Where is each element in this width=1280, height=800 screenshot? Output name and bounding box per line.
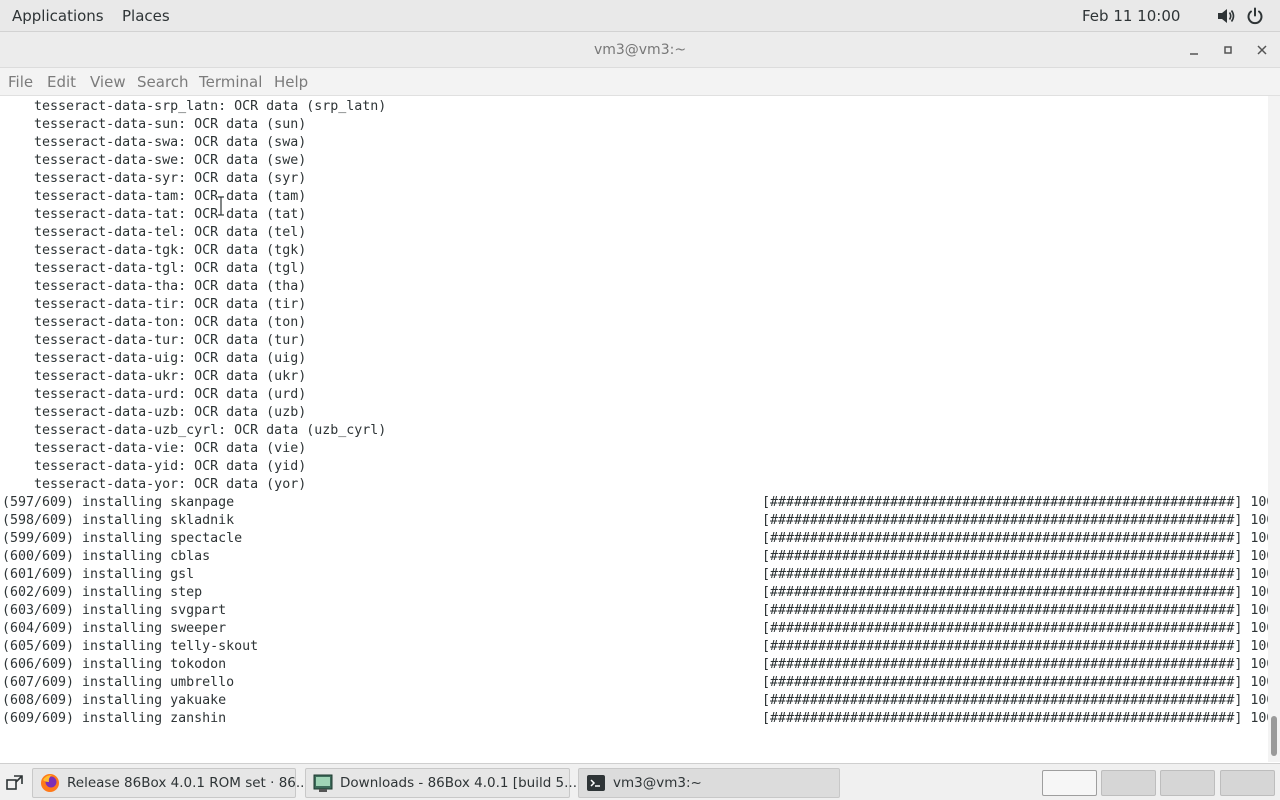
terminal-line: tesseract-data-syr: OCR data (syr) [2, 171, 307, 186]
progress-bar-text: [#######################################… [762, 693, 1268, 708]
applications-menu[interactable]: Applications [12, 0, 104, 32]
terminal-line: tesseract-data-tel: OCR data (tel) [2, 225, 307, 240]
terminal-line: (607/609) installing umbrello [2, 675, 235, 690]
terminal-line: (605/609) installing telly-skout [2, 639, 259, 654]
maximize-icon[interactable] [1219, 41, 1237, 59]
window-title: vm3@vm3:~ [593, 42, 687, 58]
terminal-line: tesseract-data-uig: OCR data (uig) [2, 351, 307, 366]
terminal-line: tesseract-data-tam: OCR data (tam) [2, 189, 307, 204]
places-menu[interactable]: Places [122, 0, 170, 32]
terminal-line: (603/609) installing svgpart [2, 603, 227, 618]
menu-terminal[interactable]: Terminal [199, 68, 262, 96]
taskbar: Release 86Box 4.0.1 ROM set · 86... Down… [0, 763, 1280, 800]
clock[interactable]: Feb 11 10:00 [1082, 0, 1180, 32]
window-titlebar[interactable]: vm3@vm3:~ [0, 32, 1280, 68]
terminal-line: (609/609) installing zanshin [2, 711, 227, 726]
workspace-4[interactable] [1220, 770, 1275, 796]
taskbar-item-label: Release 86Box 4.0.1 ROM set · 86... [67, 775, 309, 791]
scrollbar-thumb[interactable] [1271, 716, 1277, 756]
progress-bar-text: [#######################################… [762, 549, 1268, 564]
taskbar-item-86box[interactable]: Downloads - 86Box 4.0.1 [build 5... [305, 768, 577, 798]
terminal-line: tesseract-data-srp_latn: OCR data (srp_l… [2, 99, 387, 114]
terminal-line: tesseract-data-ton: OCR data (ton) [2, 315, 307, 330]
terminal-line: tesseract-data-tgl: OCR data (tgl) [2, 261, 307, 276]
terminal-line: tesseract-data-tha: OCR data (tha) [2, 279, 307, 294]
progress-bar-text: [#######################################… [762, 639, 1268, 654]
terminal-line: tesseract-data-uzb: OCR data (uzb) [2, 405, 307, 420]
terminal-output[interactable]: tesseract-data-srp_latn: OCR data (srp_l… [0, 96, 1268, 762]
terminal-line: (599/609) installing spectacle [2, 531, 243, 546]
terminal-line: (597/609) installing skanpage [2, 495, 235, 510]
taskbar-item-firefox[interactable]: Release 86Box 4.0.1 ROM set · 86... [32, 768, 309, 798]
86box-icon [313, 774, 333, 792]
speaker-icon[interactable] [1216, 7, 1236, 25]
terminal-line: (602/609) installing step [2, 585, 203, 600]
progress-bar-text: [#######################################… [762, 531, 1268, 546]
menu-search[interactable]: Search [137, 68, 189, 96]
taskbar-item-label: Downloads - 86Box 4.0.1 [build 5... [340, 775, 578, 791]
terminal-line: tesseract-data-swa: OCR data (swa) [2, 135, 307, 150]
terminal-line: tesseract-data-tgk: OCR data (tgk) [2, 243, 307, 258]
terminal-line: (604/609) installing sweeper [2, 621, 227, 636]
terminal-line: tesseract-data-tat: OCR data (tat) [2, 207, 307, 222]
menu-edit[interactable]: Edit [47, 68, 76, 96]
menu-view[interactable]: View [90, 68, 126, 96]
show-desktop-icon[interactable] [4, 772, 26, 794]
terminal-line: tesseract-data-vie: OCR data (vie) [2, 441, 307, 456]
power-icon[interactable] [1246, 7, 1264, 25]
progress-bar-text: [#######################################… [762, 567, 1268, 582]
terminal-scrollbar[interactable] [1268, 96, 1280, 762]
terminal-icon [587, 775, 605, 791]
terminal-line: (601/609) installing gsl [2, 567, 195, 582]
terminal-line: tesseract-data-yor: OCR data (yor) [2, 477, 307, 492]
terminal-line: (608/609) installing yakuake [2, 693, 227, 708]
terminal-line: tesseract-data-swe: OCR data (swe) [2, 153, 307, 168]
terminal-line: (606/609) installing tokodon [2, 657, 227, 672]
progress-bar-text: [#######################################… [762, 657, 1268, 672]
minimize-icon[interactable] [1185, 41, 1203, 59]
terminal-line: tesseract-data-tir: OCR data (tir) [2, 297, 307, 312]
terminal-line: (598/609) installing skladnik [2, 513, 235, 528]
terminal-line: tesseract-data-yid: OCR data (yid) [2, 459, 307, 474]
progress-bar-text: [#######################################… [762, 621, 1268, 636]
progress-bar-text: [#######################################… [762, 603, 1268, 618]
top-panel: Applications Places Feb 11 10:00 [0, 0, 1280, 32]
terminal-line: tesseract-data-ukr: OCR data (ukr) [2, 369, 307, 384]
progress-bar-text: [#######################################… [762, 675, 1268, 690]
workspace-2[interactable] [1101, 770, 1156, 796]
terminal-line: tesseract-data-urd: OCR data (urd) [2, 387, 307, 402]
workspace-1[interactable] [1042, 770, 1097, 796]
menubar: File Edit View Search Terminal Help [0, 68, 1280, 96]
taskbar-item-label: vm3@vm3:~ [613, 775, 702, 791]
progress-bar-text: [#######################################… [762, 711, 1268, 726]
menu-file[interactable]: File [8, 68, 33, 96]
progress-bar-text: [#######################################… [762, 585, 1268, 600]
menu-help[interactable]: Help [274, 68, 308, 96]
terminal-line: tesseract-data-tur: OCR data (tur) [2, 333, 307, 348]
progress-bar-text: [#######################################… [762, 495, 1268, 510]
terminal-line: tesseract-data-uzb_cyrl: OCR data (uzb_c… [2, 423, 387, 438]
firefox-icon [41, 774, 59, 792]
progress-bar-text: [#######################################… [762, 513, 1268, 528]
terminal-line: tesseract-data-sun: OCR data (sun) [2, 117, 307, 132]
taskbar-item-terminal[interactable]: vm3@vm3:~ [578, 768, 840, 798]
terminal-line: (600/609) installing cblas [2, 549, 211, 564]
close-icon[interactable] [1253, 41, 1271, 59]
workspace-3[interactable] [1160, 770, 1215, 796]
